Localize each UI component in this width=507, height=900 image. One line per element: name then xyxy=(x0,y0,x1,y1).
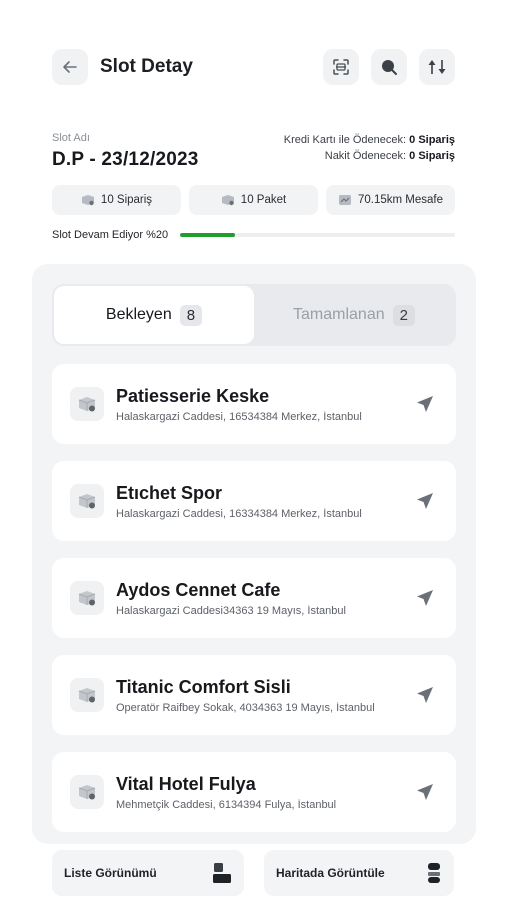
store-text: Patiesserie Keske Halaskargazi Caddesi, … xyxy=(116,386,402,423)
navigate-button[interactable] xyxy=(412,682,438,708)
sort-button[interactable] xyxy=(419,49,455,85)
distance-stat-label: 70.15km Mesafe xyxy=(357,194,443,206)
tab-completed-count: 2 xyxy=(392,304,415,326)
store-address: Operatör Raifbey Sokak, 4034363 19 Mayıs… xyxy=(116,701,375,714)
store-address: Mehmetçik Caddesi, 6134394 Fulya, İstanb… xyxy=(116,798,337,811)
payment-summary: Kredi Kartı ile Ödenecek: 0 Sipariş Naki… xyxy=(284,132,455,164)
card-payment-value: 0 Sipariş xyxy=(409,134,455,146)
slot-info: Slot Adı D.P - 23/12/2023 Kredi Kartı il… xyxy=(52,132,455,174)
progress-row: Slot Devam Ediyor %20 xyxy=(52,228,455,242)
send-icon xyxy=(417,493,433,509)
store-box-icon xyxy=(78,591,96,606)
slot-name: D.P - 23/12/2023 xyxy=(52,149,199,170)
store-name: Aydos Cennet Cafe xyxy=(116,579,281,600)
store-box-icon xyxy=(78,785,96,800)
store-list: Patiesserie Keske Halaskargazi Caddesi, … xyxy=(52,364,456,844)
cash-payment-row: Nakit Ödenecek: 0 Sipariş xyxy=(284,148,455,164)
navigate-button[interactable] xyxy=(412,488,438,514)
store-address: Halaskargazi Caddesi, 16534384 Merkez, İ… xyxy=(116,410,362,423)
send-icon xyxy=(417,687,433,703)
sort-icon xyxy=(428,60,446,74)
package-icon xyxy=(221,195,234,206)
store-icon xyxy=(70,581,104,615)
tab-bar: Bekleyen 8 Tamamlanan 2 xyxy=(52,284,456,346)
store-address: Halaskargazi Caddesi34363 19 Mayıs, İsta… xyxy=(116,604,346,617)
scan-button[interactable] xyxy=(323,49,359,85)
store-text: Etıchet Spor Halaskargazi Caddesi, 16334… xyxy=(116,483,402,520)
store-text: Vital Hotel Fulya Mehmetçik Caddesi, 613… xyxy=(116,774,402,811)
store-card[interactable]: Titanic Comfort Sisli Operatör Raifbey S… xyxy=(52,655,456,735)
card-payment-label: Kredi Kartı ile Ödenecek: xyxy=(283,134,407,146)
header-actions xyxy=(323,49,455,85)
list-view-icon xyxy=(213,863,231,883)
store-card[interactable]: Etıchet Spor Halaskargazi Caddesi, 16334… xyxy=(52,461,456,541)
send-icon xyxy=(417,590,433,606)
store-card[interactable]: Patiesserie Keske Halaskargazi Caddesi, … xyxy=(52,364,456,444)
arrow-left-icon xyxy=(63,61,77,73)
progress-bar xyxy=(180,233,455,237)
map-view-icon xyxy=(428,863,440,883)
cash-payment-label: Nakit Ödenecek: xyxy=(324,150,407,162)
search-icon xyxy=(382,60,397,75)
progress-label: Slot Devam Ediyor %20 xyxy=(52,229,169,241)
list-view-label: Liste Görünümü xyxy=(64,866,157,880)
header: Slot Detay xyxy=(52,48,455,86)
navigate-button[interactable] xyxy=(412,779,438,805)
store-text: Aydos Cennet Cafe Halaskargazi Caddesi34… xyxy=(116,580,402,617)
store-text: Titanic Comfort Sisli Operatör Raifbey S… xyxy=(116,677,402,714)
navigate-button[interactable] xyxy=(412,585,438,611)
store-icon xyxy=(70,775,104,809)
tab-pending-label: Bekleyen xyxy=(105,306,172,323)
bottom-bar: Liste Görünümü Haritada Görüntüle xyxy=(0,844,507,900)
slot-label: Slot Adı xyxy=(52,132,90,144)
card-payment-row: Kredi Kartı ile Ödenecek: 0 Sipariş xyxy=(284,132,455,148)
store-box-icon xyxy=(78,397,96,412)
store-name: Etıchet Spor xyxy=(116,482,223,503)
store-icon xyxy=(70,484,104,518)
map-icon xyxy=(338,195,351,205)
orders-panel: Bekleyen 8 Tamamlanan 2 Patiesserie Kesk… xyxy=(32,264,476,844)
store-name: Patiesserie Keske xyxy=(116,385,270,406)
store-icon xyxy=(70,387,104,421)
tab-completed[interactable]: Tamamlanan 2 xyxy=(254,286,454,344)
distance-stat: 70.15km Mesafe xyxy=(326,185,455,215)
navigate-button[interactable] xyxy=(412,391,438,417)
stats-row: 10 Sipariş 10 Paket 70.15km Mesafe xyxy=(52,185,455,215)
store-name: Titanic Comfort Sisli xyxy=(116,676,291,697)
store-box-icon xyxy=(78,688,96,703)
page-title: Slot Detay xyxy=(100,56,193,77)
send-icon xyxy=(417,396,433,412)
tab-completed-label: Tamamlanan xyxy=(293,306,385,323)
store-card[interactable]: Aydos Cennet Cafe Halaskargazi Caddesi34… xyxy=(52,558,456,638)
map-view-label: Haritada Görüntüle xyxy=(276,866,385,880)
packages-stat-label: 10 Paket xyxy=(240,194,287,206)
back-button[interactable] xyxy=(52,49,88,85)
cash-payment-value: 0 Sipariş xyxy=(409,150,455,162)
store-icon xyxy=(70,678,104,712)
list-view-button[interactable]: Liste Görünümü xyxy=(52,850,244,896)
packages-stat: 10 Paket xyxy=(189,185,318,215)
send-icon xyxy=(417,784,433,800)
store-box-icon xyxy=(78,494,96,509)
tab-pending[interactable]: Bekleyen 8 xyxy=(54,286,254,344)
progress-fill xyxy=(180,233,236,237)
store-card[interactable]: Vital Hotel Fulya Mehmetçik Caddesi, 613… xyxy=(52,752,456,832)
scan-icon xyxy=(333,59,349,75)
box-icon xyxy=(81,195,94,206)
orders-stat-label: 10 Sipariş xyxy=(100,194,153,206)
orders-stat: 10 Sipariş xyxy=(52,185,181,215)
store-name: Vital Hotel Fulya xyxy=(116,773,256,794)
store-address: Halaskargazi Caddesi, 16334384 Merkez, İ… xyxy=(116,507,362,520)
search-button[interactable] xyxy=(371,49,407,85)
map-view-button[interactable]: Haritada Görüntüle xyxy=(264,850,454,896)
tab-pending-count: 8 xyxy=(179,304,203,326)
